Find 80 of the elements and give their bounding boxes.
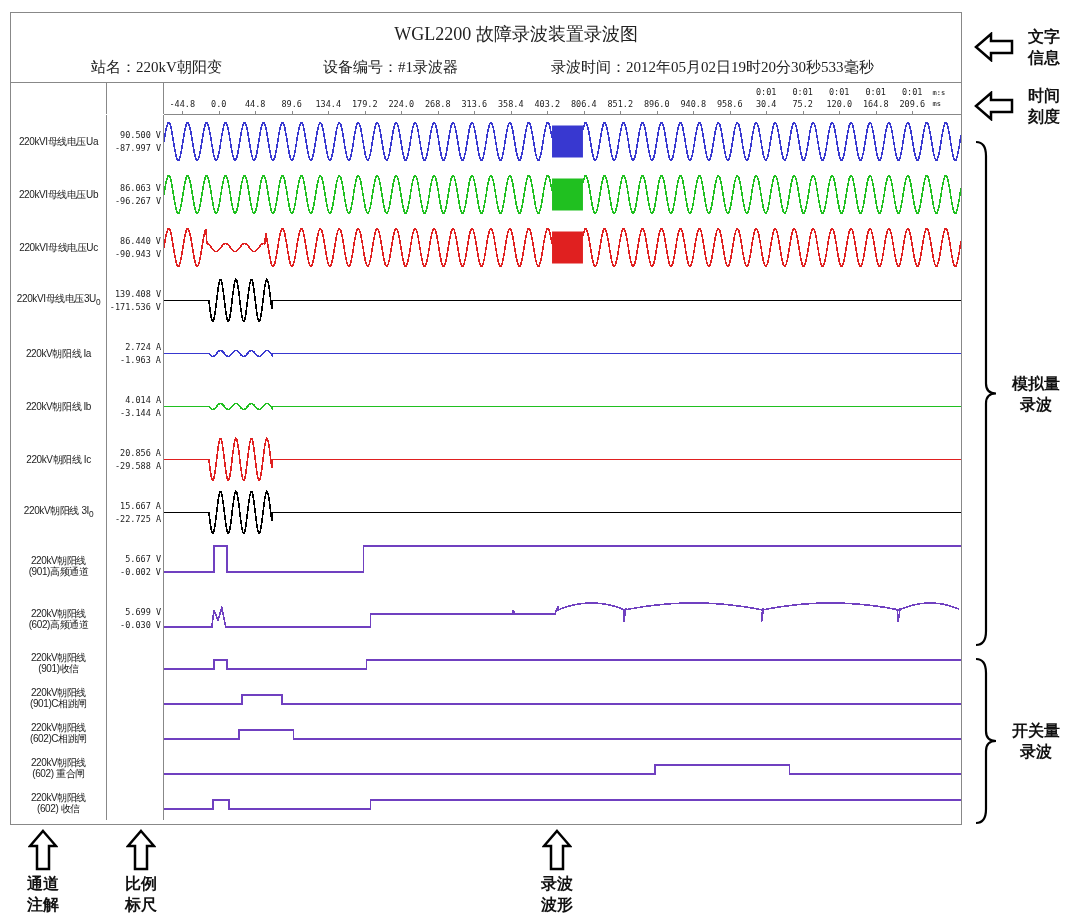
channel-label: 220kVI母线电压Ua <box>18 136 99 147</box>
tick-label: 89.6 <box>281 98 302 110</box>
tick-label: -44.8 <box>169 98 196 110</box>
tick-label: 134.4 <box>315 98 342 110</box>
compressed-segment <box>552 231 583 264</box>
scale-value: -87.997 V <box>114 141 161 155</box>
tick-label: 940.8 <box>680 98 707 110</box>
compressed-segment <box>552 178 583 211</box>
tick-label: 403.2 <box>534 98 561 110</box>
tick-label: 313.6 <box>461 98 488 110</box>
scale-value: -22.725 A <box>114 512 161 526</box>
record-time: 录波时间：2012年05月02日19时20分30秒533毫秒 <box>551 58 875 77</box>
scale-value: 2.724 A <box>125 340 161 354</box>
up-arrow-icon <box>28 829 58 871</box>
annotation-label: 模拟量录波 <box>1012 372 1060 415</box>
scale-value: -171.536 V <box>109 300 161 314</box>
station-name: 站名：220kV朝阳变 <box>91 58 223 77</box>
channel-label: 220kV朝阳线 Ib <box>25 401 92 412</box>
compressed-segment <box>552 125 583 158</box>
tick-label: 0:01 <box>902 86 923 98</box>
annotation-label: 开关量录波 <box>1012 720 1060 762</box>
scale-value: 90.500 V <box>120 128 161 142</box>
annotation-label: 比例标尺 <box>125 873 157 915</box>
annotation-label: 时间刻度 <box>1028 85 1060 127</box>
channel-label: 220kV朝阳线 (602)C相跳闸 <box>30 721 87 744</box>
scale-value: -3.144 A <box>120 406 161 420</box>
up-arrow-icon <box>542 829 572 871</box>
scale-value: 20.856 A <box>120 446 161 460</box>
tick-label: 851.2 <box>607 98 634 110</box>
tick-label: 0:01 <box>829 86 850 98</box>
annotation-label: 文字信息 <box>1028 26 1060 68</box>
device-number: 设备编号：#1录波器 <box>323 58 459 77</box>
channel-label: 220kV朝阳线 (602)高频通道 <box>28 607 89 630</box>
channel-label: 220kVI母线电压Ub <box>18 189 99 200</box>
tick-label: 224.0 <box>388 98 415 110</box>
tick-label: 896.0 <box>643 98 670 110</box>
channel-label: 220kV朝阳线 (602) 重合闸 <box>30 756 87 779</box>
channel-label: 220kV朝阳线 3I$_{0}$ <box>23 505 94 520</box>
tick-label: 164.8 <box>862 98 889 110</box>
scale-value: 5.667 V <box>125 552 161 566</box>
tick-label: 0:01 <box>865 86 886 98</box>
channel-label: 220kV朝阳线 (901)C相跳闸 <box>30 686 87 709</box>
tick-label: 179.2 <box>351 98 378 110</box>
scale-value: -90.943 V <box>114 247 161 261</box>
scale-value: -29.588 A <box>114 459 161 473</box>
tick-label: 120.0 <box>826 98 853 110</box>
tick-label: 0:01 <box>756 86 777 98</box>
channel-label: 220kV朝阳线 Ia <box>25 348 92 359</box>
tick-label: 958.6 <box>716 98 743 110</box>
scale-value: 5.699 V <box>125 605 161 619</box>
channel-label: 220kV朝阳线 (602) 收信 <box>30 791 87 814</box>
scale-value: -0.030 V <box>120 618 161 632</box>
tick-label: 806.4 <box>570 98 597 110</box>
annotation-label: 录波波形 <box>541 873 573 915</box>
tick-label: 75.2 <box>792 98 813 110</box>
scale-value: 15.667 A <box>120 499 161 513</box>
tick-label: 268.8 <box>424 98 451 110</box>
channel-label: 220kVI母线电压Uc <box>19 242 98 253</box>
channel-label: 220kV朝阳线 Ic <box>26 454 91 465</box>
tick-label: 0.0 <box>211 98 227 110</box>
tick-label: 209.6 <box>899 98 926 110</box>
scale-value: -0.002 V <box>120 565 161 579</box>
scale-value: 86.440 V <box>120 234 161 248</box>
scale-value: 86.063 V <box>120 181 161 195</box>
tick-label: 0:01 <box>792 86 813 98</box>
left-arrow-icon <box>974 32 1014 62</box>
scale-value: 4.014 A <box>125 393 161 407</box>
left-arrow-icon <box>974 91 1014 121</box>
tick-label: 358.4 <box>497 98 524 110</box>
scale-value: -96.267 V <box>114 194 161 208</box>
tick-label: 30.4 <box>756 98 777 110</box>
scale-value: 139.408 V <box>114 287 161 301</box>
channel-label: 220kV朝阳线 (901)高频通道 <box>28 554 89 577</box>
tick-label: 44.8 <box>245 98 266 110</box>
channel-label: 220kV朝阳线 (901)收信 <box>30 651 87 674</box>
chart-title: WGL2200 故障录波装置录波图 <box>393 23 639 46</box>
up-arrow-icon <box>126 829 156 871</box>
channel-label: 220kVI母线电压3U$_{0}$ <box>16 293 101 308</box>
annotation-label: 通道注解 <box>27 873 59 915</box>
scale-value: -1.963 A <box>120 353 161 367</box>
